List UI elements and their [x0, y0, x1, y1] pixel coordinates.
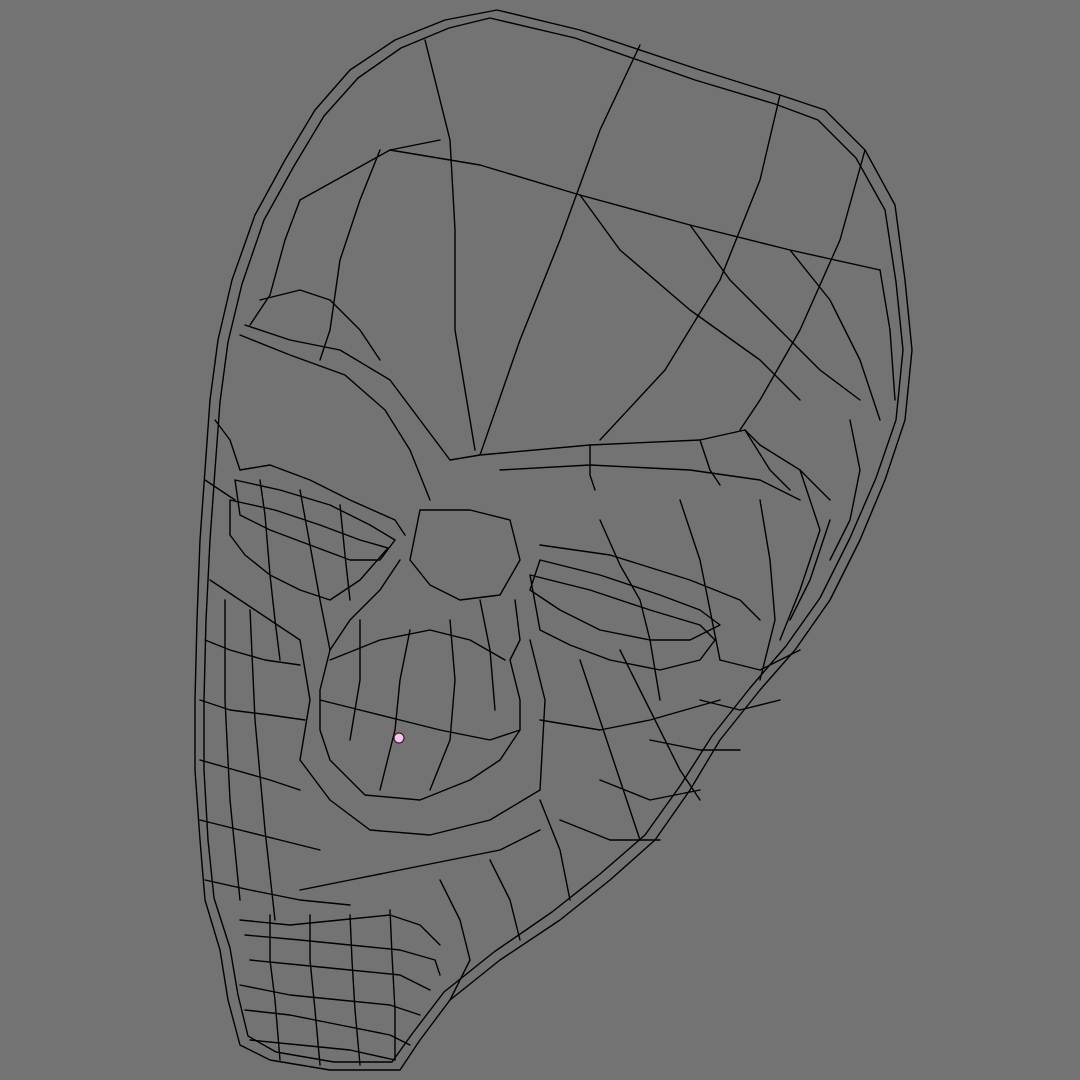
cheek-edge [619, 649, 701, 801]
profile-edge [779, 469, 821, 641]
brow-edge [239, 334, 431, 501]
brow-edge [499, 464, 801, 501]
cheek-edge [719, 649, 801, 671]
eye-socket-edge [539, 544, 761, 621]
mouth-edge [309, 914, 321, 1066]
brow-edge [244, 324, 831, 501]
nose-edge [299, 759, 541, 836]
mouth-edge [349, 914, 361, 1066]
selected-vertex[interactable] [393, 732, 405, 744]
profile-edge [829, 419, 861, 561]
cheek-edge [539, 799, 571, 901]
wireframe-mesh[interactable] [0, 0, 1080, 1080]
mouth-edge [244, 1009, 411, 1046]
cheek-edge [539, 699, 721, 731]
cheek-edge [209, 579, 301, 641]
eye-socket-edge [679, 499, 721, 661]
eye-socket-edge [339, 504, 351, 601]
mouth-edge [249, 959, 431, 991]
mouth-edge [439, 879, 471, 1001]
brow-edge [699, 439, 721, 486]
3d-viewport[interactable] [0, 0, 1080, 1080]
nose-edge [479, 599, 496, 711]
forehead-edge [479, 44, 641, 456]
forehead-edge [299, 139, 441, 201]
eye-socket-edge [759, 499, 776, 681]
nose-edge [299, 639, 311, 761]
forehead-edge [249, 199, 301, 326]
cheek-edge [649, 739, 741, 751]
forehead-edge [739, 149, 866, 431]
nose-edge [329, 629, 506, 661]
forehead-edge [319, 149, 381, 361]
eye-socket-edge [529, 559, 721, 641]
cheek-edge [199, 699, 306, 721]
brow-edge [589, 444, 596, 491]
eye-socket-edge [234, 479, 396, 561]
cheek-edge [559, 819, 661, 841]
nose-edge [529, 639, 546, 791]
mouth-edge [299, 829, 541, 891]
cheek-edge [579, 659, 641, 841]
forehead-edge [424, 39, 476, 451]
eye-socket-edge [229, 499, 389, 601]
profile-edge [204, 479, 236, 501]
forehead-edge [789, 249, 881, 421]
mouth-edge [489, 859, 521, 941]
cheek-edge [199, 819, 321, 851]
mouth-edge [239, 984, 421, 1016]
nose-edge [409, 509, 521, 601]
nose-edge [379, 629, 411, 791]
cheek-edge [199, 759, 301, 791]
nose-edge [319, 699, 521, 741]
forehead-edge [879, 269, 896, 401]
profile-edge [789, 519, 831, 621]
nose-edge [349, 619, 361, 741]
eye-socket-edge [239, 464, 406, 536]
forehead-edge [389, 149, 881, 271]
forehead-edge [599, 94, 781, 441]
eye-socket-edge [299, 489, 331, 651]
cheek-edge [224, 599, 241, 901]
nose-edge [429, 619, 456, 791]
